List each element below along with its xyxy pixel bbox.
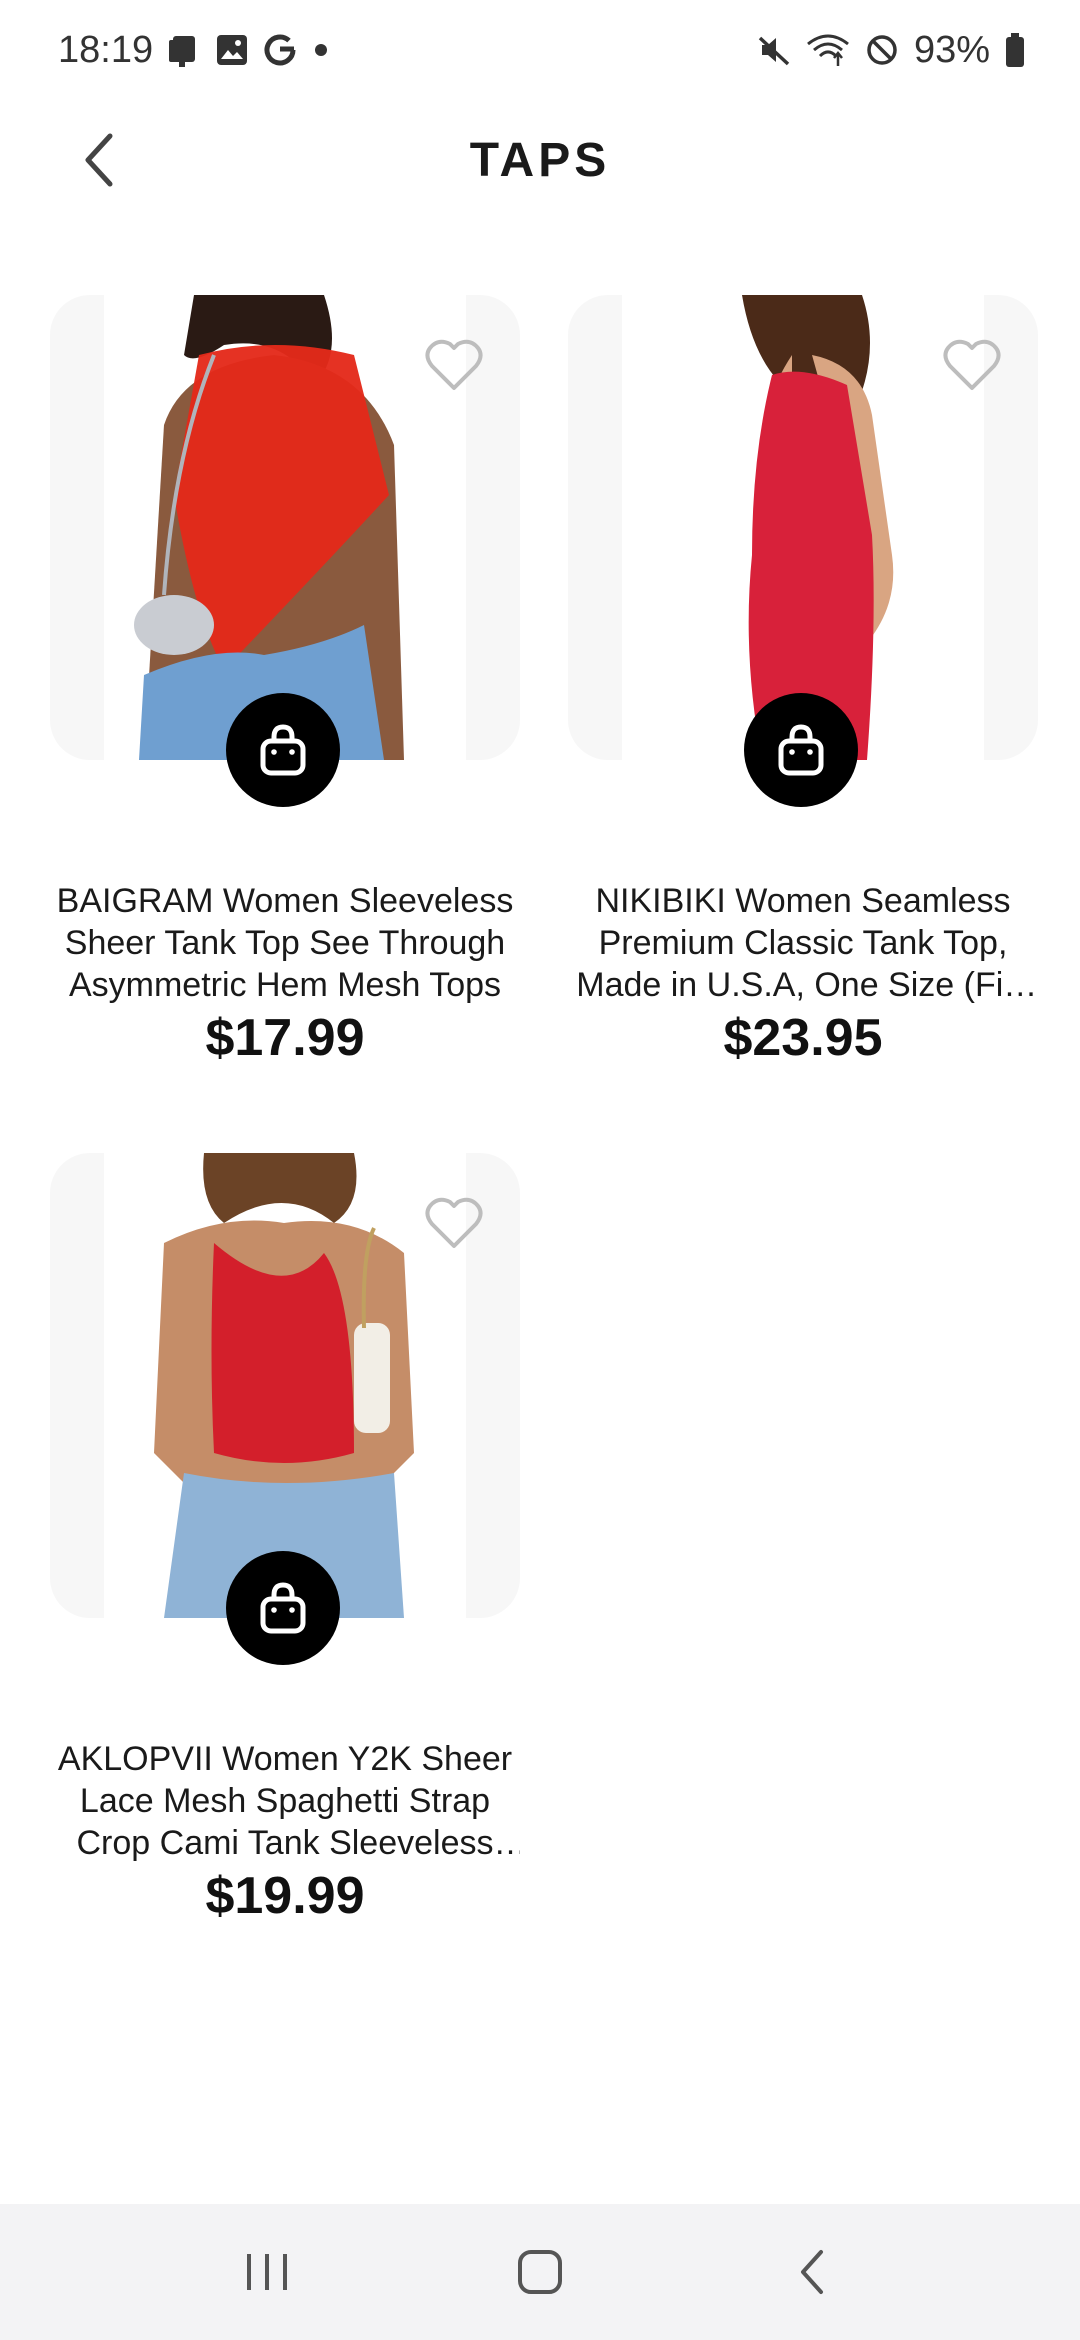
- chevron-left-icon: [85, 133, 113, 187]
- product-image[interactable]: [622, 295, 984, 760]
- product-image-container: [50, 1153, 520, 1665]
- favorite-button[interactable]: [422, 333, 486, 397]
- product-info: BAIGRAM Women Sleeveless Sheer Tank Top …: [50, 880, 520, 1068]
- favorite-button[interactable]: [940, 333, 1004, 397]
- product-image[interactable]: [104, 295, 466, 760]
- home-button[interactable]: [480, 2222, 600, 2322]
- battery-percent: 93%: [913, 28, 990, 71]
- product-price: $19.99: [205, 1867, 365, 1925]
- back-button[interactable]: [60, 122, 136, 198]
- home-icon: [517, 2250, 562, 2294]
- recents-icon: [246, 2254, 287, 2290]
- blocked-icon: [864, 32, 900, 68]
- page-title: TAPS: [469, 133, 611, 187]
- system-back-button[interactable]: [753, 2222, 873, 2322]
- status-time: 18:19: [58, 28, 154, 71]
- status-bar: 18:19 93%: [0, 0, 1080, 100]
- heart-icon: [425, 339, 483, 390]
- product-image-container: [50, 295, 520, 807]
- product-title[interactable]: BAIGRAM Women Sleeveless Sheer Tank Top …: [50, 880, 520, 1006]
- product-title[interactable]: NIKIBIKI Women Seamless Premium Classic …: [568, 880, 1038, 1006]
- navigation-bar: [0, 2204, 1080, 2340]
- device-icon: [167, 32, 201, 68]
- status-right: 93%: [756, 29, 1026, 72]
- product-info: NIKIBIKI Women Seamless Premium Classic …: [568, 880, 1038, 1068]
- add-to-cart-button[interactable]: [744, 693, 858, 807]
- product-title[interactable]: AKLOPVII Women Y2K Sheer Lace Mesh Spagh…: [50, 1738, 520, 1864]
- shopping-bag-icon: [260, 1582, 306, 1634]
- favorite-button[interactable]: [422, 1191, 486, 1255]
- product-info: AKLOPVII Women Y2K Sheer Lace Mesh Spagh…: [50, 1738, 520, 1926]
- dot-icon: [311, 40, 331, 60]
- shopping-bag-icon: [260, 724, 306, 776]
- product-image[interactable]: [104, 1153, 466, 1618]
- battery-icon: [1004, 32, 1026, 68]
- product-card[interactable]: AKLOPVII Women Y2K Sheer Lace Mesh Spagh…: [50, 1153, 520, 1926]
- heart-icon: [943, 339, 1001, 390]
- status-left: 18:19: [58, 29, 331, 72]
- shopping-bag-icon: [778, 724, 824, 776]
- mute-icon: [756, 32, 792, 68]
- google-icon: [263, 33, 297, 67]
- add-to-cart-button[interactable]: [226, 693, 340, 807]
- recents-button[interactable]: [207, 2222, 327, 2322]
- back-icon: [801, 2250, 824, 2294]
- add-to-cart-button[interactable]: [226, 1551, 340, 1665]
- gallery-icon: [215, 33, 249, 67]
- product-price: $17.99: [205, 1009, 365, 1067]
- heart-icon: [425, 1197, 483, 1248]
- header: TAPS: [0, 100, 1080, 220]
- product-image-container: [568, 295, 1038, 807]
- product-card[interactable]: NIKIBIKI Women Seamless Premium Classic …: [568, 295, 1038, 1068]
- product-price: $23.95: [723, 1009, 883, 1067]
- wifi-icon: [806, 32, 850, 68]
- product-card[interactable]: BAIGRAM Women Sleeveless Sheer Tank Top …: [50, 295, 520, 1068]
- screen: 18:19 93% TAPS BAIGRAM Women Sleeveless …: [0, 0, 1080, 2340]
